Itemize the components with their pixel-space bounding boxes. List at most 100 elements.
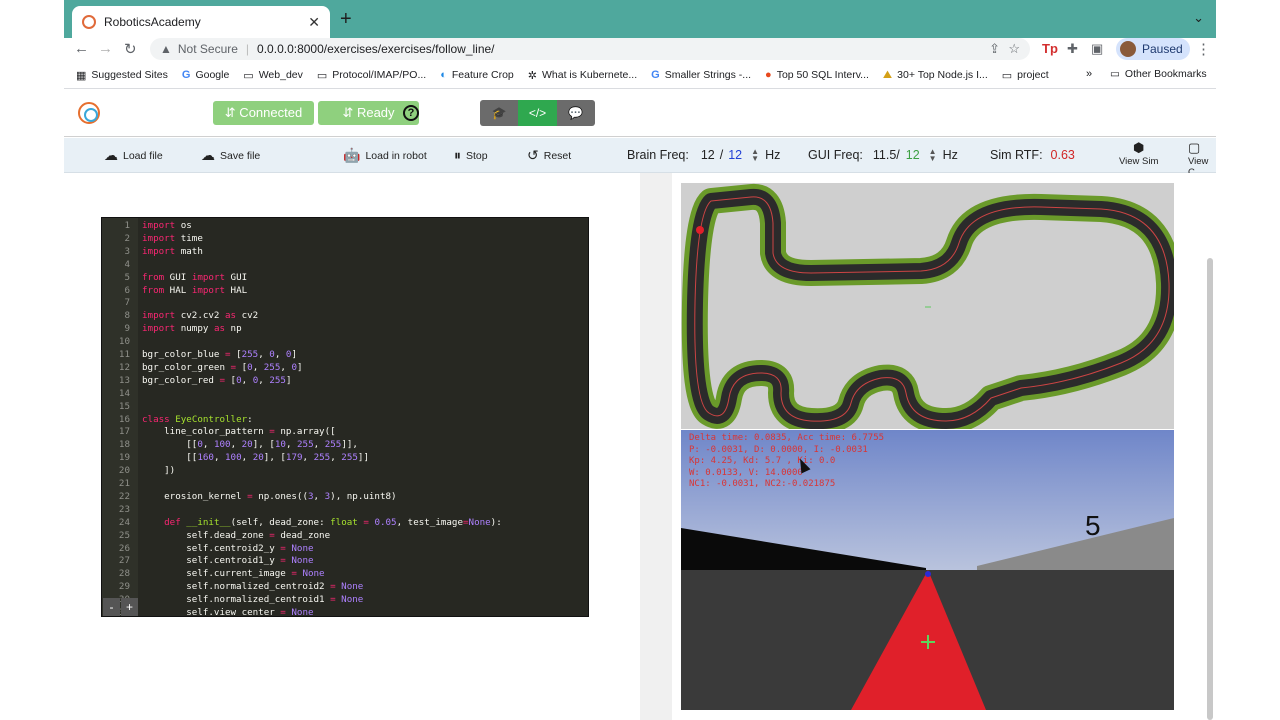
code-line[interactable]: 11 bgr_color_blue = [255, 0, 0] <box>102 349 588 362</box>
bookmark-item[interactable]: G Google <box>182 69 229 81</box>
pane-divider[interactable] <box>640 173 672 720</box>
reset-button[interactable]: ↺ Reset <box>527 147 571 164</box>
load-in-robot-button[interactable]: 🤖 Load in robot <box>343 147 427 164</box>
code-token: 255 <box>324 439 342 451</box>
tab-roboticsacademy[interactable]: RoboticsAcademy ✕ <box>72 6 330 38</box>
code-token: ] <box>297 361 303 373</box>
code-line[interactable]: 26 self.centroid2_y = None <box>102 542 588 556</box>
tab-search-chevron-icon[interactable]: ⌄ <box>1193 10 1204 26</box>
profile-button[interactable]: Paused <box>1116 38 1190 60</box>
code-line[interactable]: 16 class EyeController: <box>102 414 588 427</box>
robotics-academy-logo-icon[interactable] <box>78 102 100 124</box>
connected-button[interactable]: ⇵ Connected <box>213 101 314 125</box>
not-secure-label[interactable]: Not Secure <box>178 42 238 56</box>
code-line[interactable]: 29 self.normalized_centroid2 = None <box>102 581 588 594</box>
car-position-marker <box>696 226 704 234</box>
line-number: 6 <box>124 284 130 296</box>
close-tab-icon[interactable]: ✕ <box>308 14 320 31</box>
page-scrollbar[interactable] <box>1207 258 1213 720</box>
code-line[interactable]: 17 line_color_pattern = np.array([ <box>102 426 588 439</box>
code-mode-icon[interactable]: </> <box>518 100 557 126</box>
code-token: import <box>142 323 176 335</box>
code-line[interactable]: 1 import os <box>102 220 588 233</box>
code-line[interactable]: 2 import time <box>102 233 588 246</box>
code-line[interactable]: 21 <box>102 478 588 491</box>
code-line[interactable]: 4 <box>102 258 588 272</box>
save-file-button[interactable]: ☁ Save file <box>201 147 260 164</box>
new-tab-icon[interactable]: + <box>340 8 352 31</box>
code-line[interactable]: 20 ]) <box>102 465 588 478</box>
code-line[interactable]: 6 from HAL import HAL <box>102 284 588 298</box>
bookmark-item[interactable]: ▭ Web_dev <box>243 69 303 82</box>
extensions-puzzle-icon[interactable]: ✚ <box>1067 41 1078 57</box>
share-icon[interactable]: ⇪ <box>989 41 1000 57</box>
code-line[interactable]: 18 [[0, 100, 20], [10, 255, 255]], <box>102 439 588 452</box>
code-line[interactable]: 12 bgr_color_green = [0, 255, 0] <box>102 361 588 375</box>
url-input[interactable]: ▲ Not Secure | 0.0.0.0:8000/exercises/ex… <box>150 38 1030 60</box>
bookmark-item[interactable]: ▭ Protocol/IMAP/PO... <box>317 69 426 82</box>
bookmark-item[interactable]: G Smaller Strings -... <box>651 69 751 81</box>
bookmark-item[interactable]: ▦ Suggested Sites <box>76 69 168 82</box>
g-icon: ● <box>765 69 772 81</box>
bookmark-item[interactable]: ⛰ 30+ Top Node.js I... <box>883 69 988 82</box>
code-token: , <box>230 439 242 451</box>
code-line[interactable]: 8 import cv2.cv2 as cv2 <box>102 310 588 323</box>
code-editor[interactable]: 1 import os 2 import time 3 import math 4 5 from… <box>101 217 589 617</box>
code-line[interactable]: 10 <box>102 336 588 349</box>
code-line[interactable]: 23 <box>102 503 588 517</box>
code-token: , <box>241 452 253 464</box>
code-token: 20 <box>252 452 264 464</box>
help-icon[interactable]: ? <box>403 105 419 121</box>
line-number: 4 <box>124 258 130 270</box>
code-line[interactable]: 28 self.current_image = None <box>102 568 588 581</box>
brain-freq-input[interactable]: 12 <box>728 148 742 162</box>
folder-icon: ▭ <box>1110 68 1120 80</box>
load-file-button[interactable]: ☁ Load file <box>104 147 163 164</box>
google-icon: G <box>181 69 191 81</box>
code-line[interactable]: 14 <box>102 388 588 401</box>
line-number: 5 <box>124 271 130 283</box>
code-line[interactable]: 24 def __init__(self, dead_zone: float =… <box>102 517 588 530</box>
line-number: 26 <box>118 542 130 554</box>
forward-arrow-icon[interactable]: → <box>98 40 113 57</box>
code-line[interactable]: 27 self.centroid1_y = None <box>102 555 588 568</box>
gui-freq-stepper[interactable]: ▲ ▼ <box>929 148 937 163</box>
bookmark-item[interactable]: ◐ Feature Crop <box>440 69 514 81</box>
brain-freq-stepper[interactable]: ▲ ▼ <box>751 148 759 163</box>
code-line[interactable]: 31 self.view_center = None <box>102 607 588 617</box>
url-text[interactable]: 0.0.0.0:8000/exercises/exercises/follow_… <box>257 42 494 56</box>
stop-button[interactable]: ⏸ Stop <box>454 147 488 164</box>
bookmarks-overflow-button[interactable]: » <box>1086 68 1092 80</box>
zoom-in-button[interactable]: + <box>121 598 138 616</box>
code-line[interactable]: 15 <box>102 401 588 414</box>
code-token: None <box>291 607 314 617</box>
code-line[interactable]: 3 import math <box>102 246 588 259</box>
bookmark-item[interactable]: ● Top 50 SQL Interv... <box>765 69 869 81</box>
gui-freq-input[interactable]: 12 <box>906 148 920 162</box>
bookmark-item[interactable]: ✲ What is Kubernete... <box>528 69 637 82</box>
back-arrow-icon[interactable]: ← <box>74 40 89 57</box>
warning-triangle-icon[interactable]: ▲ <box>160 42 172 56</box>
code-line[interactable]: 7 <box>102 297 588 310</box>
view-sim-button[interactable]: ⬢ View Sim <box>1119 140 1158 167</box>
code-line[interactable]: 13 bgr_color_red = [0, 0, 255] <box>102 375 588 388</box>
code-line[interactable]: 9 import numpy as np <box>102 323 588 336</box>
code-line[interactable]: 22 erosion_kernel = np.ones((3, 3), np.u… <box>102 491 588 504</box>
bookmark-item[interactable]: ▭ project <box>1002 69 1049 82</box>
code-token: line_color_pattern <box>142 426 270 438</box>
code-line[interactable]: 30 self.normalized_centroid1 = None <box>102 594 588 607</box>
theory-mode-icon[interactable]: 🎓 <box>480 100 519 126</box>
zoom-out-button[interactable]: - <box>103 598 120 616</box>
code-token: [ <box>230 349 242 360</box>
forum-mode-icon[interactable]: 💬 <box>556 100 595 126</box>
code-line[interactable]: 25 self.dead_zone = dead_zone <box>102 530 588 543</box>
reload-icon[interactable]: ↻ <box>124 40 137 58</box>
other-bookmarks[interactable]: ▭ Other Bookmarks <box>1110 68 1207 80</box>
tp-extension-icon[interactable]: Tp <box>1042 41 1058 56</box>
code-line[interactable]: 19 [[160, 100, 20], [179, 255, 255]] <box>102 452 588 465</box>
code-line[interactable]: 5 from GUI import GUI <box>102 271 588 285</box>
browser-menu-icon[interactable]: ⋮ <box>1196 40 1211 58</box>
line-number: 23 <box>118 503 130 515</box>
sidepanel-icon[interactable]: ▣ <box>1091 41 1103 57</box>
bookmark-star-icon[interactable]: ☆ <box>1008 41 1020 57</box>
